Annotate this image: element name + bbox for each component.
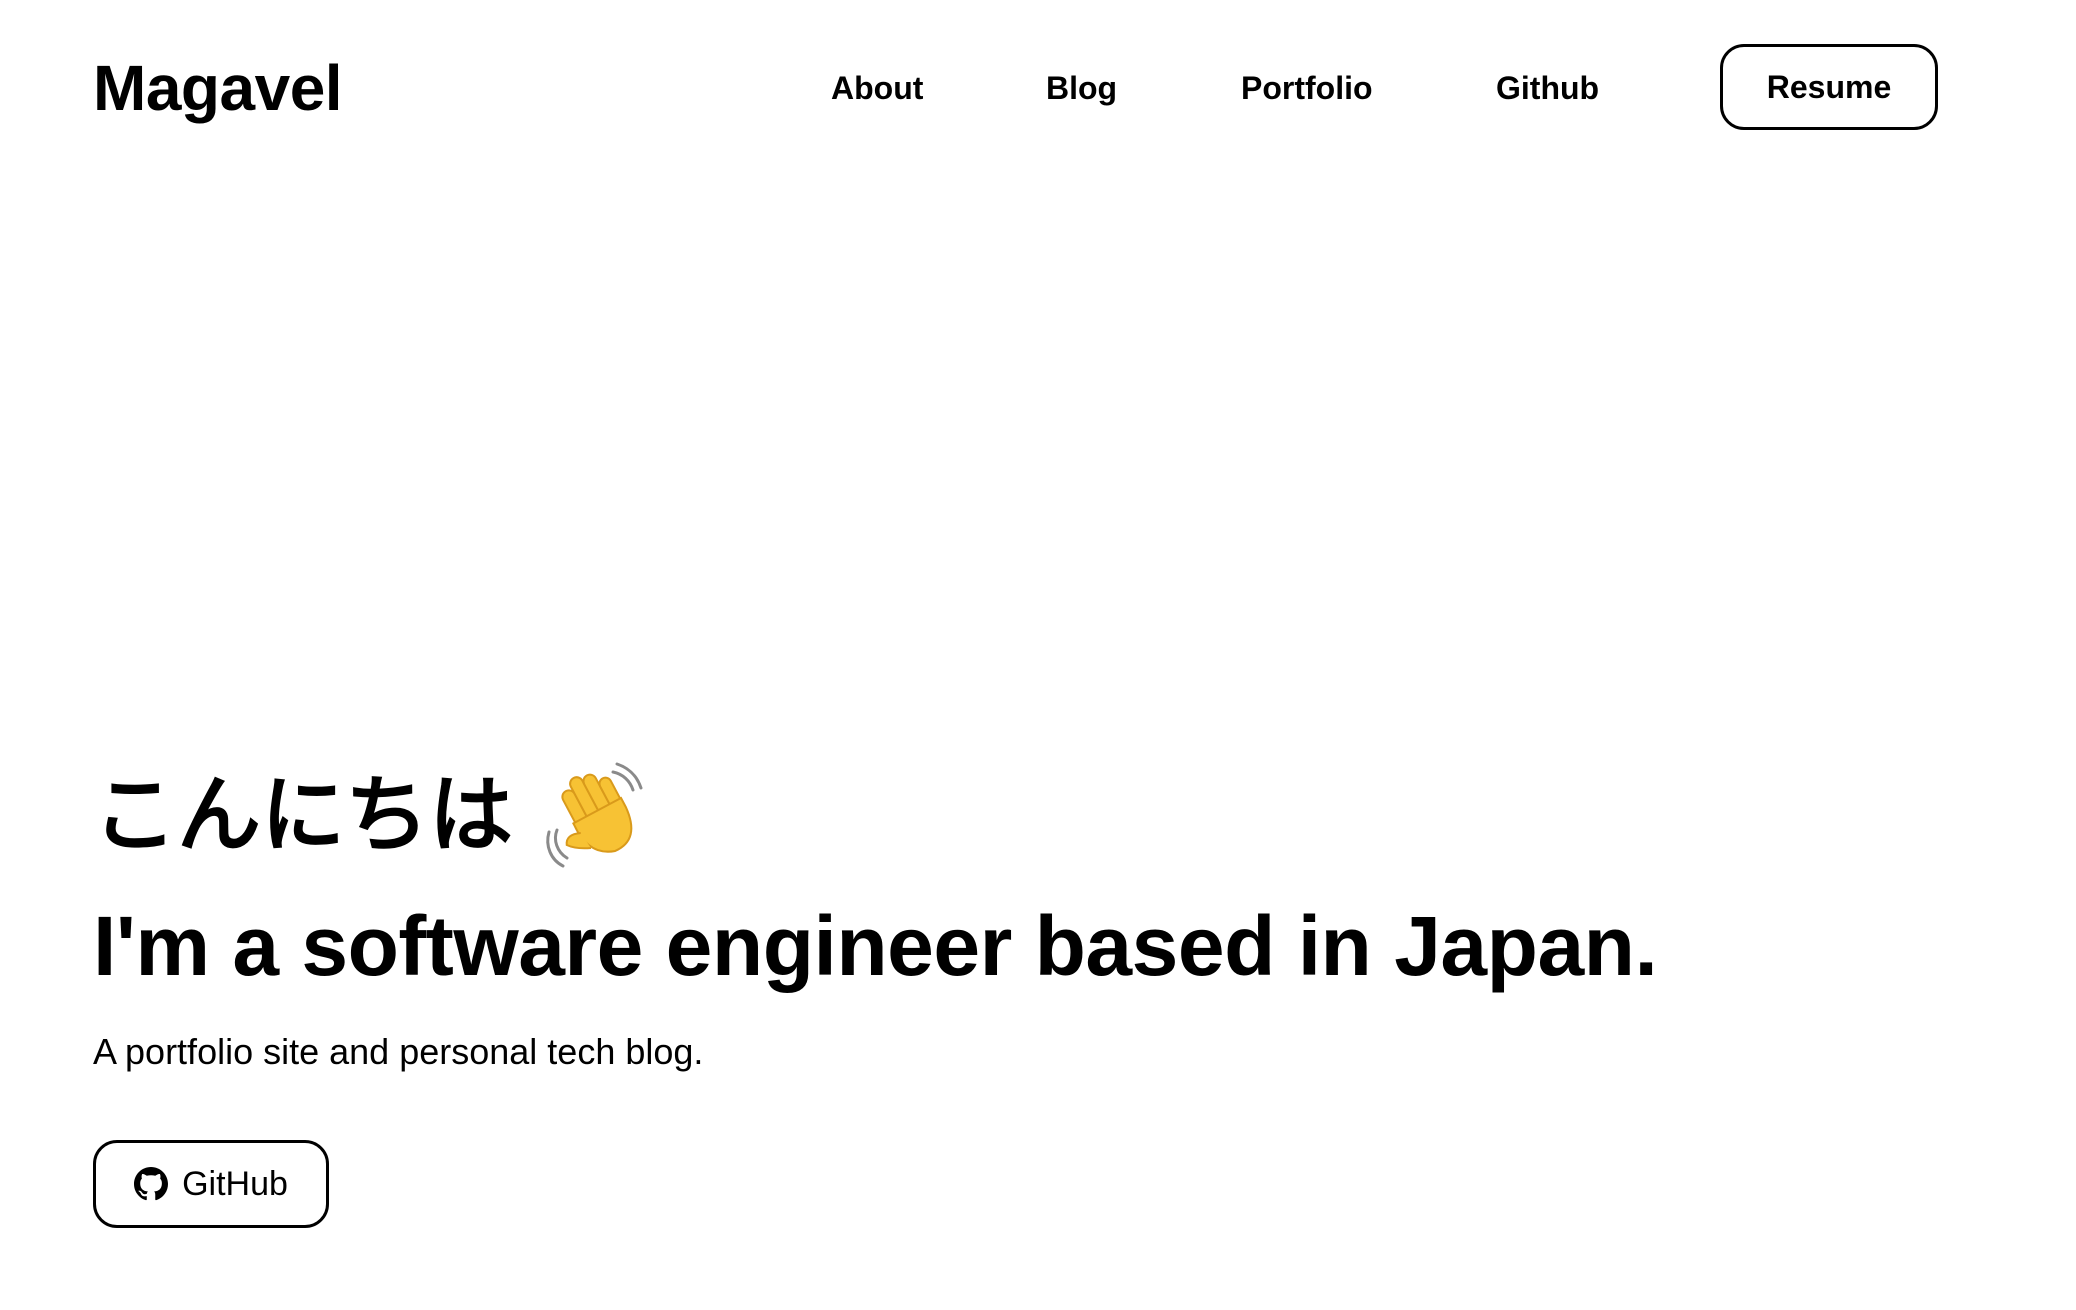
nav-link-github[interactable]: Github xyxy=(1496,60,1599,116)
greeting-text: こんにちは xyxy=(93,766,514,864)
github-button[interactable]: GitHub xyxy=(93,1140,329,1228)
site-logo[interactable]: Magavel xyxy=(93,46,343,130)
resume-button[interactable]: Resume xyxy=(1720,44,1938,130)
site-header: Magavel About Blog Portfolio Github Resu… xyxy=(0,0,2076,176)
waving-hand-icon xyxy=(543,760,653,870)
github-button-label: GitHub xyxy=(182,1165,288,1203)
nav-link-about[interactable]: About xyxy=(831,60,923,116)
nav-link-portfolio[interactable]: Portfolio xyxy=(1241,60,1373,116)
hero-subtitle: A portfolio site and personal tech blog. xyxy=(93,1031,704,1072)
github-icon xyxy=(134,1167,169,1201)
greeting: こんにちは xyxy=(93,750,653,880)
hero-headline: I'm a software engineer based in Japan. xyxy=(93,899,1658,993)
nav-link-blog[interactable]: Blog xyxy=(1046,60,1117,116)
